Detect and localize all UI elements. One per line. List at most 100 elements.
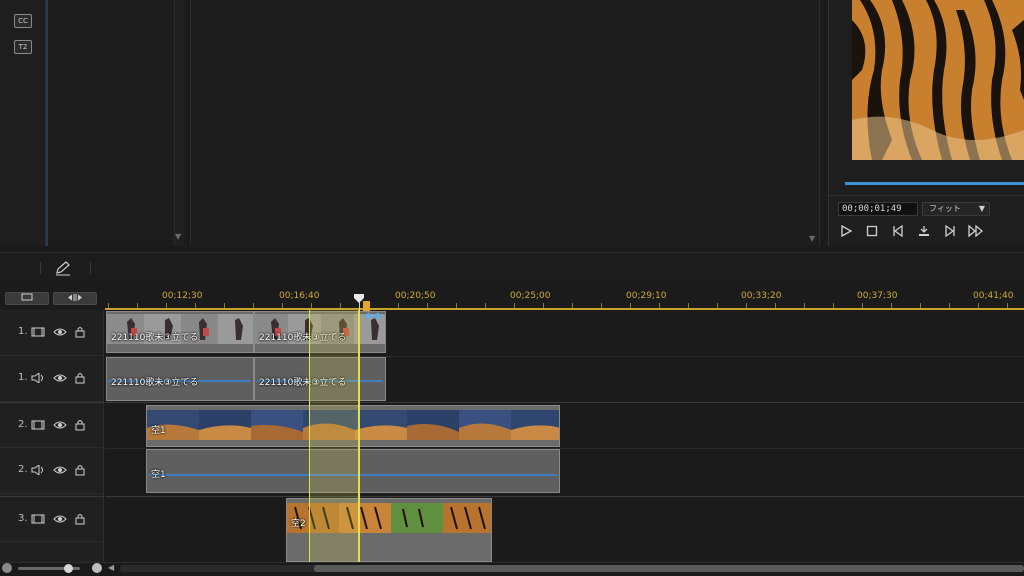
play-icon	[841, 224, 853, 238]
next-frame-icon	[945, 224, 955, 238]
fast-forward-button[interactable]	[967, 224, 985, 240]
track-name: 1.	[18, 372, 28, 383]
ruler-tick	[572, 303, 573, 308]
track-header-video-3[interactable]: 3.	[0, 496, 104, 542]
timeline-view-button[interactable]	[53, 292, 97, 305]
scroll-down-arrow-icon[interactable]: ▼	[809, 234, 815, 243]
library-scrollbar[interactable]: ▼	[174, 0, 184, 246]
ruler-tick	[862, 303, 863, 308]
eye-icon[interactable]	[53, 326, 67, 338]
library-panel	[46, 0, 186, 246]
ruler-tick	[253, 303, 254, 308]
stop-icon	[866, 225, 878, 237]
previous-frame-icon	[893, 224, 903, 238]
scroll-left-arrow-icon[interactable]: ◀	[108, 563, 114, 572]
trim-handle[interactable]	[362, 300, 384, 322]
zoom-in-button[interactable]	[92, 563, 102, 573]
ruler-tick	[630, 303, 631, 308]
video-track-icon	[31, 420, 45, 430]
timecode-display[interactable]: 00;00;01;49	[838, 202, 918, 216]
ruler-tick	[543, 303, 544, 308]
fit-select[interactable]: フィット ▼	[922, 202, 990, 216]
speaker-icon	[31, 373, 43, 383]
track-headers: 1. 1. 2. 2. 3.	[0, 310, 104, 564]
ruler-tick	[949, 303, 950, 308]
ruler-tick	[224, 303, 225, 308]
ruler-label: 00;37;30	[857, 291, 898, 301]
ruler-tick	[746, 303, 747, 308]
ruler-tick	[978, 303, 979, 308]
selection-range[interactable]	[309, 310, 359, 564]
ruler-label: 00;25;00	[510, 291, 551, 301]
media-panel: ▼	[190, 0, 820, 246]
audio-clip[interactable]: 221110歌未③立てる	[106, 357, 254, 401]
ruler-label: 00;33;20	[741, 291, 782, 301]
ruler-label: 00;12;30	[162, 291, 203, 301]
track-header-video-1[interactable]: 1.	[0, 310, 104, 356]
fit-timeline-icon	[68, 294, 82, 301]
ruler-tick	[456, 303, 457, 308]
lock-icon[interactable]	[74, 512, 86, 525]
clip-label: 空1	[151, 470, 166, 480]
ruler-tick	[804, 303, 805, 308]
eye-icon[interactable]	[53, 464, 67, 476]
subtitle-icon[interactable]: T2	[14, 40, 32, 54]
eye-icon[interactable]	[53, 513, 67, 525]
ruler-tick	[717, 303, 718, 308]
toolbar-divider	[40, 262, 41, 274]
track-header-audio-1[interactable]: 1.	[0, 356, 104, 402]
next-frame-button[interactable]	[941, 224, 959, 240]
storyboard-view-button[interactable]	[5, 292, 49, 305]
snapshot-icon	[919, 226, 929, 236]
ruler-tick	[311, 303, 312, 308]
pen-tool-button[interactable]	[54, 260, 72, 276]
zoom-slider-knob[interactable]	[64, 564, 73, 573]
track-name: 2.	[18, 419, 28, 430]
previous-frame-button[interactable]	[889, 224, 907, 240]
ruler-tick	[659, 303, 660, 308]
ruler-label: 00;41;40	[973, 291, 1014, 301]
storyboard-icon	[21, 293, 33, 301]
eye-icon[interactable]	[53, 372, 67, 384]
track-header-audio-2[interactable]: 2.	[0, 448, 104, 494]
video-clip[interactable]: 221110歌未③立てる	[106, 311, 254, 353]
lock-icon[interactable]	[74, 463, 86, 476]
scroll-down-arrow-icon[interactable]: ▼	[175, 232, 181, 241]
trim-cursor-icon	[363, 301, 381, 320]
lock-icon[interactable]	[74, 371, 86, 384]
ruler-label: 00;20;50	[395, 291, 436, 301]
ruler-tick	[195, 303, 196, 308]
ruler-tick	[108, 303, 109, 308]
play-button[interactable]	[837, 224, 855, 240]
clip-label: 221110歌未③立てる	[111, 378, 199, 388]
lock-icon[interactable]	[74, 325, 86, 338]
track-header-video-2[interactable]: 2.	[0, 402, 104, 448]
left-tool-strip: CC T2	[0, 0, 46, 246]
clip-label: 空2	[291, 519, 306, 529]
fast-forward-icon	[968, 224, 984, 238]
ruler-tick	[775, 303, 776, 308]
toolbar-divider	[90, 262, 91, 274]
video-track-icon	[31, 514, 45, 524]
ruler-tick	[340, 303, 341, 308]
ruler-tick	[485, 303, 486, 308]
snapshot-button[interactable]	[915, 224, 933, 240]
eye-icon[interactable]	[53, 419, 67, 431]
closed-caption-icon[interactable]: CC	[14, 14, 32, 28]
ruler-tick	[1007, 303, 1008, 308]
ruler-tick	[427, 303, 428, 308]
zoom-out-button[interactable]	[2, 563, 12, 573]
track-name: 1.	[18, 326, 28, 337]
track-name: 3.	[18, 513, 28, 524]
lane-divider	[105, 496, 1024, 497]
preview-progress-bar[interactable]	[845, 182, 1024, 185]
playhead-line[interactable]	[359, 296, 360, 564]
horizontal-scrollbar-thumb[interactable]	[314, 565, 1024, 572]
ruler-tick	[891, 303, 892, 308]
ruler-label: 00;16;40	[279, 291, 320, 301]
lock-icon[interactable]	[74, 418, 86, 431]
timeline-toolbar	[0, 252, 1024, 286]
stop-button[interactable]	[863, 224, 881, 240]
ruler-tick	[514, 303, 515, 308]
ruler-tick	[601, 303, 602, 308]
